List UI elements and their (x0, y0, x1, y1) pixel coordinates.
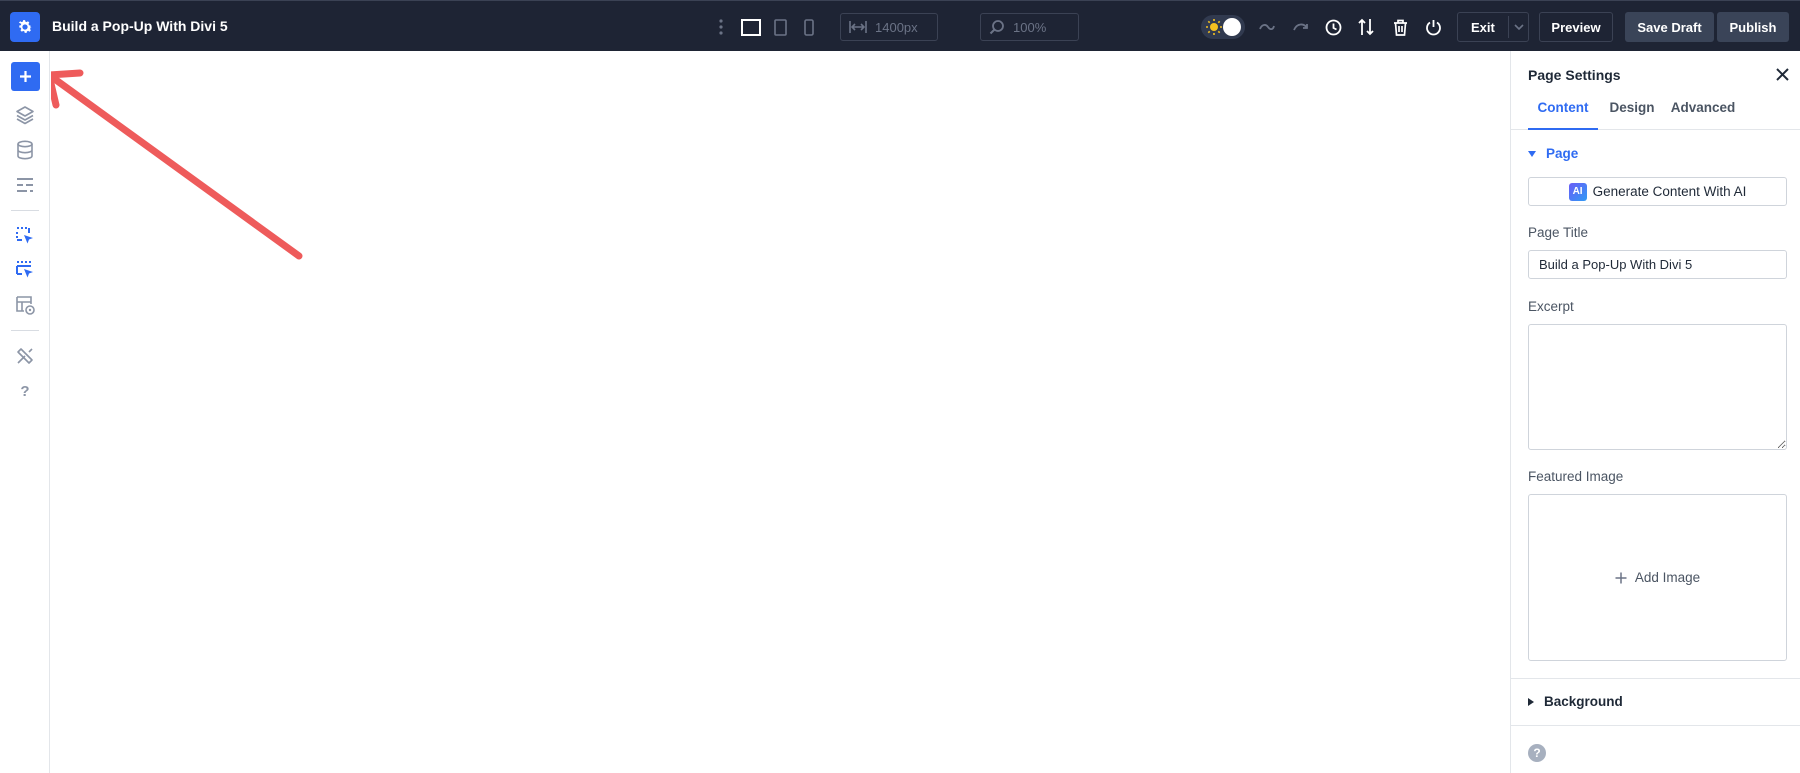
tab-content[interactable]: Content (1528, 100, 1598, 130)
plus-icon (1615, 572, 1627, 583)
phone-view-button[interactable] (799, 17, 819, 37)
exit-label: Exit (1471, 19, 1495, 35)
layers-icon (16, 106, 34, 125)
undo-icon (1259, 24, 1275, 31)
width-arrows-icon (849, 21, 867, 33)
toolbar-divider (11, 330, 39, 331)
tab-advanced[interactable]: Advanced (1667, 100, 1739, 130)
add-image-label: Add Image (1634, 570, 1701, 585)
close-panel-button[interactable] (1773, 65, 1791, 83)
builder-canvas[interactable] (51, 51, 1510, 773)
chevron-down-icon[interactable] (1514, 24, 1524, 31)
wireframe-icon (16, 261, 33, 278)
preview-layout-button[interactable] (13, 293, 37, 317)
help-button[interactable]: ? (13, 379, 37, 403)
toolbar-divider (11, 210, 39, 211)
preview-label: Preview (1551, 19, 1601, 35)
layout-button[interactable] (13, 173, 37, 197)
history-icon (1325, 19, 1341, 35)
preview-layout-icon (15, 296, 35, 315)
layout-icon (17, 178, 33, 192)
sort-icon (1358, 18, 1374, 36)
tablet-view-button[interactable] (770, 17, 790, 37)
add-module-button[interactable] (11, 62, 40, 91)
tablet-view-icon (773, 18, 787, 36)
section-divider (1511, 725, 1800, 726)
more-options-button[interactable] (716, 17, 726, 37)
excerpt-label: Excerpt (1528, 299, 1574, 314)
page-title-label: Page Title (1528, 225, 1589, 240)
redo-button[interactable] (1290, 17, 1312, 37)
left-toolbar: ? (0, 51, 50, 773)
help-icon: ? (20, 382, 30, 400)
page-settings-panel: Page Settings Content Design Advanced Pa… (1510, 51, 1800, 773)
panel-title: Page Settings (1528, 67, 1621, 83)
canvas-width-value: 1400px (875, 19, 918, 35)
add-image-button[interactable]: Add Image (1528, 494, 1787, 661)
kebab-menu-icon (719, 19, 723, 35)
featured-image-label: Featured Image (1528, 469, 1624, 484)
generate-ai-button[interactable]: AI Generate Content With AI (1528, 177, 1787, 206)
section-page-label: Page (1546, 146, 1579, 161)
select-mode-button[interactable] (13, 224, 37, 248)
phone-view-icon (804, 18, 814, 36)
power-icon (1425, 19, 1441, 35)
section-background-toggle[interactable]: Background (1528, 694, 1623, 709)
portability-icon (16, 227, 33, 244)
help-icon[interactable]: ? (1528, 744, 1546, 762)
canvas-width-input[interactable]: 1400px (840, 13, 938, 41)
section-divider (1511, 678, 1800, 679)
history-button[interactable] (1322, 17, 1344, 37)
sun-icon (1206, 19, 1222, 35)
toggle-knob (1223, 18, 1241, 36)
zoom-value: 100% (1013, 19, 1047, 35)
exit-divider (1508, 16, 1509, 38)
exit-builder-power-button[interactable] (1422, 17, 1444, 37)
desktop-view-button[interactable] (740, 17, 762, 37)
plus-icon (20, 71, 31, 82)
settings-tabs: Content Design Advanced (1511, 100, 1800, 130)
close-icon (1775, 67, 1789, 81)
page-title-input[interactable] (1528, 250, 1787, 279)
desktop-view-icon (741, 18, 761, 36)
tab-design[interactable]: Design (1606, 100, 1658, 130)
caret-right-icon (1528, 697, 1534, 706)
gear-icon (18, 20, 33, 33)
clear-layout-button[interactable] (1389, 17, 1411, 37)
tools-icon (17, 348, 33, 364)
theme-toggle[interactable] (1201, 15, 1245, 39)
excerpt-textarea[interactable] (1528, 324, 1787, 450)
section-page-toggle[interactable]: Page (1528, 146, 1578, 161)
caret-down-icon (1528, 150, 1536, 157)
preview-button[interactable]: Preview (1539, 12, 1613, 42)
generate-ai-label: Generate Content With AI (1592, 184, 1747, 199)
publish-button[interactable]: Publish (1717, 12, 1789, 42)
wireframe-mode-button[interactable] (13, 258, 37, 282)
exit-button[interactable]: Exit (1457, 12, 1529, 42)
section-background-label: Background (1544, 694, 1623, 709)
tools-button[interactable] (13, 344, 37, 368)
top-bar: Build a Pop-Up With Divi 5 1400px 100% E… (0, 0, 1800, 51)
save-draft-button[interactable]: Save Draft (1625, 12, 1714, 42)
layers-button[interactable] (13, 103, 37, 127)
zoom-icon (989, 20, 1004, 35)
database-button[interactable] (13, 138, 37, 162)
ai-icon: AI (1568, 182, 1587, 201)
settings-menu-button[interactable] (10, 12, 40, 42)
trash-icon (1393, 19, 1407, 36)
annotation-arrow (51, 69, 303, 260)
portability-button[interactable] (1355, 17, 1377, 37)
publish-label: Publish (1729, 19, 1777, 35)
database-icon (17, 140, 33, 160)
zoom-input[interactable]: 100% (980, 13, 1079, 41)
redo-icon (1293, 23, 1308, 31)
save-draft-label: Save Draft (1637, 19, 1702, 35)
page-title: Build a Pop-Up With Divi 5 (52, 18, 228, 34)
undo-button[interactable] (1256, 17, 1278, 37)
